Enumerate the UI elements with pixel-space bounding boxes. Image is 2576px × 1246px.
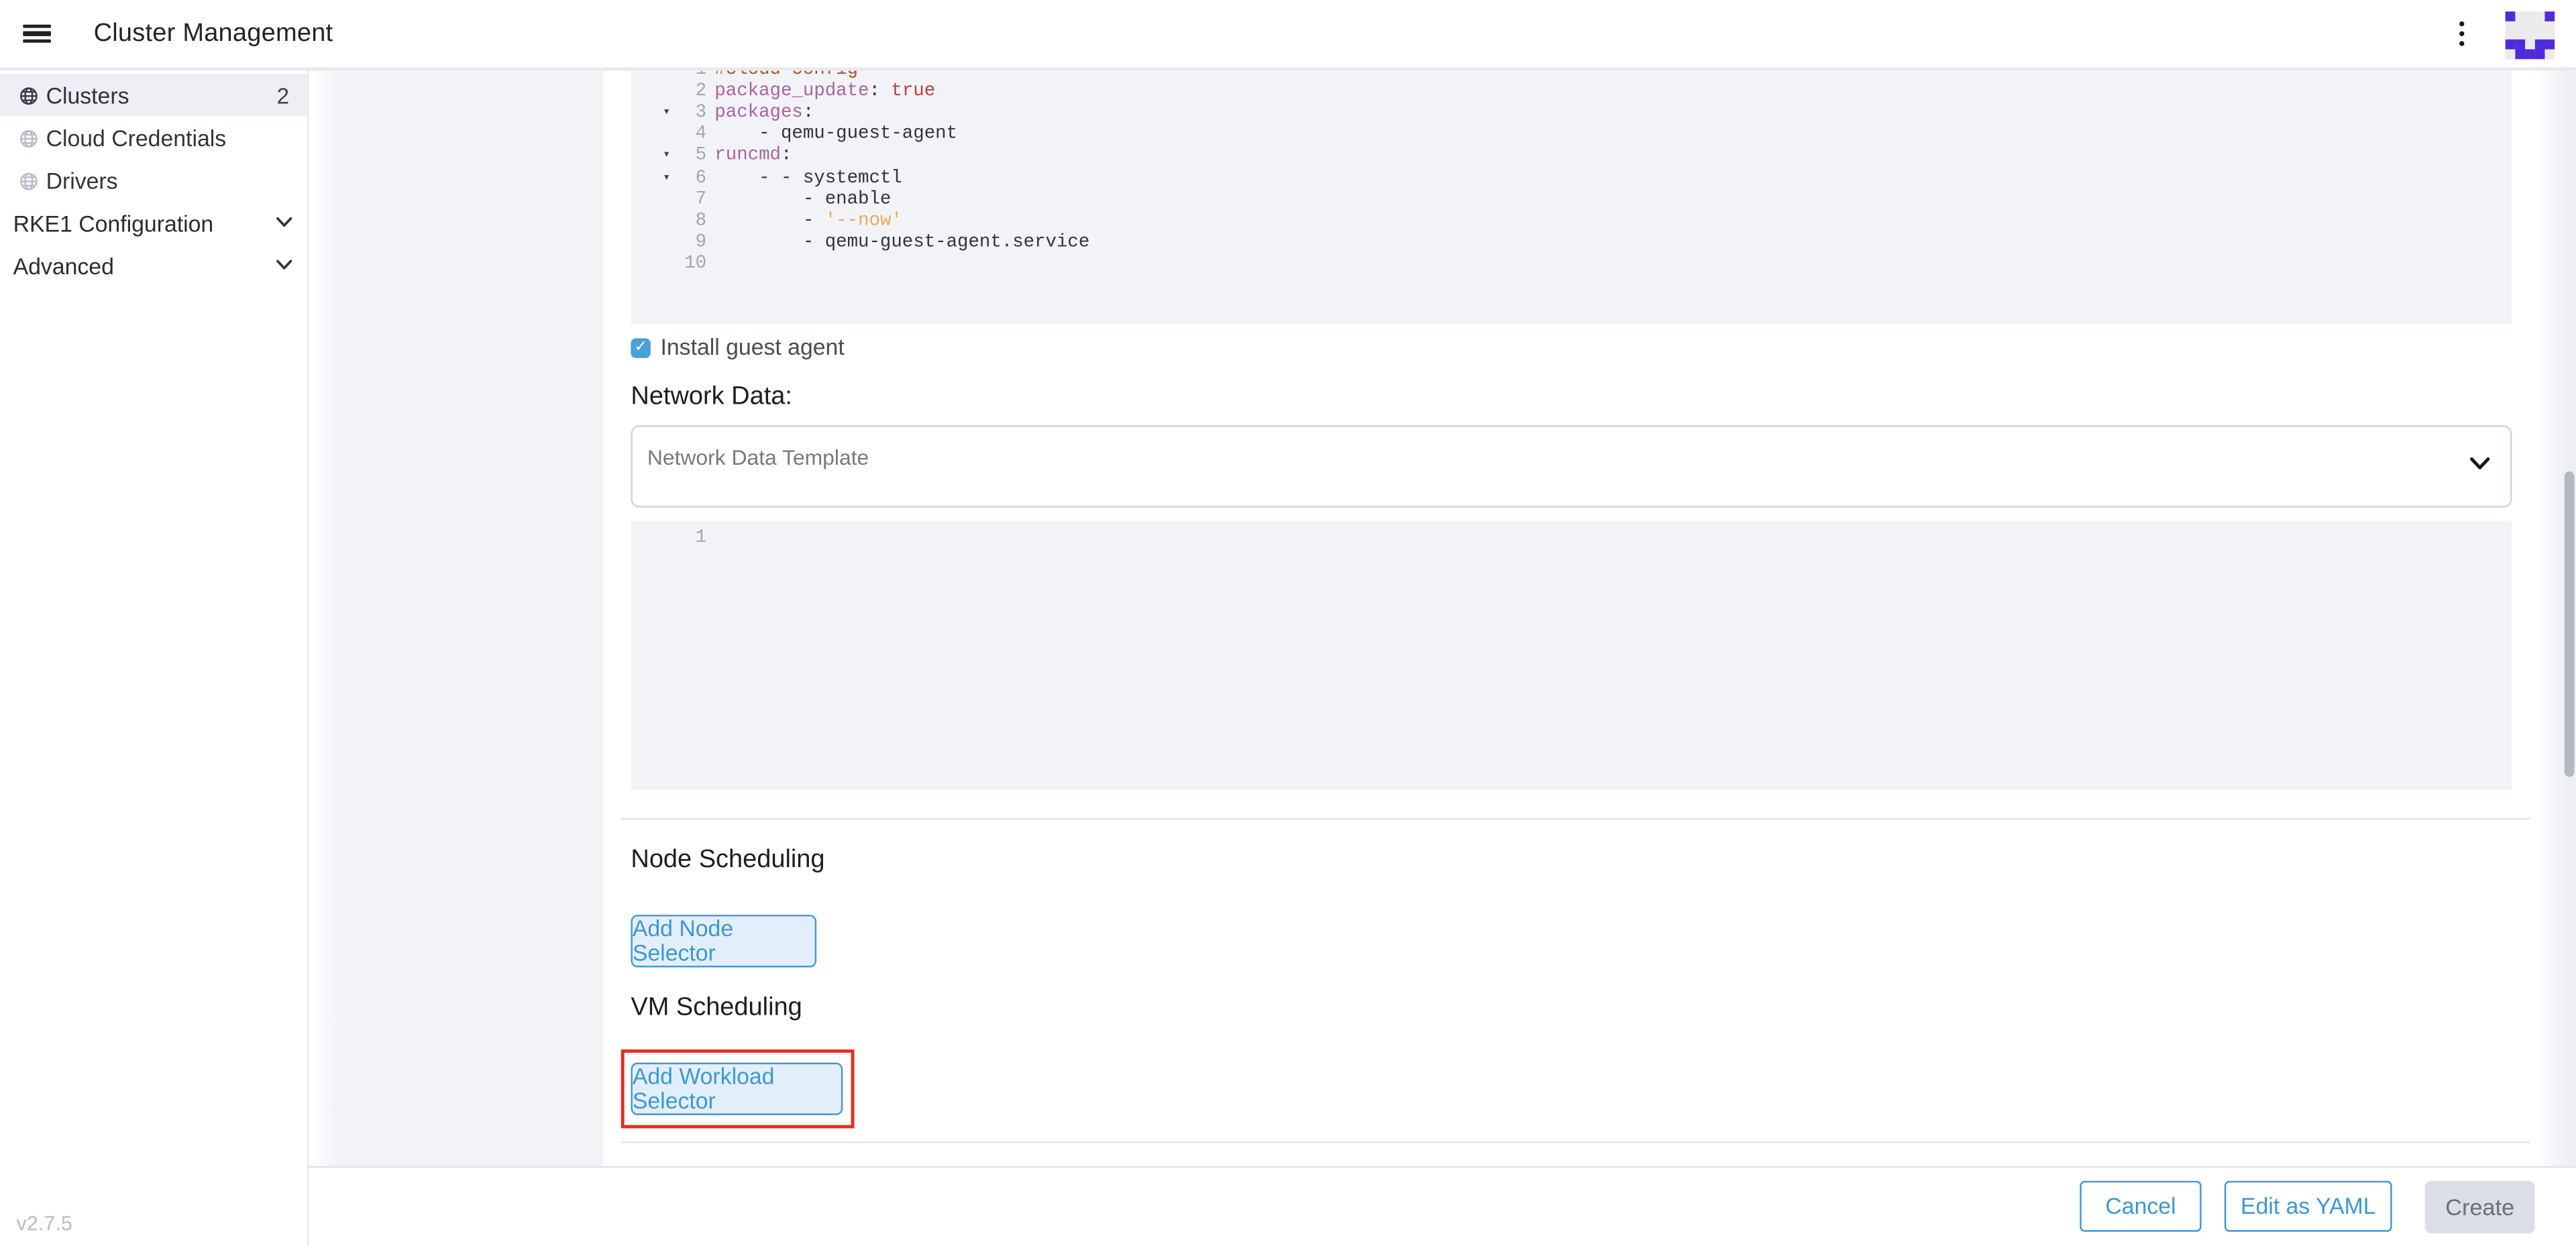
editor-line: 7 - enable [631, 190, 2512, 211]
sidebar-item-label: Advanced [13, 253, 114, 278]
page-title: Cluster Management [94, 19, 333, 48]
create-button[interactable]: Create [2425, 1181, 2535, 1233]
fold-gutter [631, 255, 675, 276]
fold-gutter [631, 70, 675, 82]
globe-icon [19, 87, 38, 105]
code-text: packages: [714, 104, 814, 125]
section-divider [621, 818, 2530, 820]
sidebar-item-cloud-credentials[interactable]: Cloud Credentials [0, 117, 307, 160]
vertical-scrollbar[interactable] [2536, 70, 2576, 1166]
editor-line: 8 - '--now' [631, 212, 2512, 233]
network-data-editor[interactable]: 1 [631, 520, 2512, 790]
fold-gutter [631, 233, 675, 255]
line-number: 9 [676, 233, 707, 255]
sidebar-item-drivers[interactable]: Drivers [0, 160, 307, 203]
globe-icon [19, 172, 38, 190]
cloud-config-editor[interactable]: 1#cloud-config2package_update: true▾3pac… [631, 70, 2512, 323]
version-label: v2.7.5 [16, 1212, 72, 1235]
install-guest-agent-checkbox[interactable]: ✓ [631, 337, 650, 357]
sidebar-item-clusters[interactable]: Clusters 2 [0, 74, 307, 117]
code-text: - qemu-guest-agent.service [714, 233, 1089, 255]
annotation-highlight-box: Add Workload Selector [621, 1050, 855, 1129]
line-number: 2 [676, 82, 707, 103]
code-text: runcmd: [714, 147, 792, 168]
kebab-menu-icon[interactable] [2453, 14, 2471, 54]
network-data-template-select[interactable]: Network Data Template [631, 425, 2512, 507]
editor-line: ▾5 runcmd: [631, 147, 2512, 168]
fold-marker-icon[interactable]: ▾ [631, 168, 675, 190]
section-divider [621, 1141, 2530, 1143]
rancher-logo [2506, 11, 2555, 59]
scrollbar-thumb[interactable] [2565, 471, 2573, 777]
code-text: - - systemctl [714, 168, 902, 190]
editor-line: 10 [631, 255, 2512, 276]
editor-line: 9 - qemu-guest-agent.service [631, 233, 2512, 255]
line-number: 1 [676, 70, 707, 82]
globe-icon [19, 129, 38, 147]
vm-scheduling-heading: VM Scheduling [631, 994, 802, 1023]
editor-line: 4 - qemu-guest-agent [631, 125, 2512, 147]
code-text: - '--now' [714, 212, 902, 233]
fold-gutter [631, 190, 675, 211]
add-node-selector-button[interactable]: Add Node Selector [631, 915, 816, 967]
editor-line: ▾3 packages: [631, 104, 2512, 125]
hamburger-menu-icon[interactable] [23, 25, 51, 43]
fold-gutter [631, 212, 675, 233]
node-scheduling-heading: Node Scheduling [631, 846, 824, 875]
sidebar-nav: Clusters 2 Cloud Credentials Drivers RKE1 … [0, 74, 307, 287]
fold-marker-icon[interactable]: ▾ [631, 147, 675, 168]
sidebar-item-label: RKE1 Configuration [13, 211, 214, 236]
chevron-down-icon [276, 217, 292, 228]
editor-line: 1 #cloud-config [631, 70, 2512, 82]
sidebar-item-rke1-configuration[interactable]: RKE1 Configuration [0, 202, 307, 245]
install-guest-agent-label: Install guest agent [660, 335, 844, 360]
item-count-badge: 2 [277, 83, 289, 108]
network-data-heading: Network Data: [631, 383, 792, 412]
line-number: 8 [676, 212, 707, 233]
code-text: #cloud-config [714, 70, 858, 82]
sidebar: Clusters 2 Cloud Credentials Drivers RKE1 … [0, 70, 309, 1246]
chevron-down-icon [2469, 457, 2491, 471]
sidebar-item-advanced[interactable]: Advanced [0, 245, 307, 288]
select-placeholder: Network Data Template [647, 445, 869, 470]
editor-line: 1 [631, 529, 2512, 551]
fold-gutter [631, 82, 675, 103]
chevron-down-icon [276, 260, 292, 271]
footer-action-bar: Cancel Edit as YAML Create [309, 1166, 2576, 1246]
fold-marker-icon[interactable]: ▾ [631, 104, 675, 125]
line-number: 4 [676, 125, 707, 147]
line-number: 6 [676, 168, 707, 190]
sidebar-item-label: Clusters [46, 83, 129, 108]
editor-line: ▾6 - - systemctl [631, 168, 2512, 190]
edit-as-yaml-button[interactable]: Edit as YAML [2224, 1182, 2392, 1233]
line-number: 5 [676, 147, 707, 168]
code-text: - qemu-guest-agent [714, 125, 957, 147]
main-content: 1#cloud-config2package_update: true▾3pac… [309, 70, 2576, 1166]
line-number: 1 [676, 529, 707, 551]
editor-line: 2 package_update: true [631, 82, 2512, 103]
fold-gutter [631, 125, 675, 147]
cancel-button[interactable]: Cancel [2080, 1182, 2201, 1233]
app-window: Cluster Management Clusters 2 Cloud Crede… [0, 0, 2576, 1246]
line-number: 7 [676, 190, 707, 211]
add-workload-selector-button[interactable]: Add Workload Selector [631, 1062, 843, 1115]
sidebar-item-label: Drivers [46, 168, 118, 193]
line-number: 3 [676, 104, 707, 125]
sidebar-item-label: Cloud Credentials [46, 125, 227, 150]
code-text: package_update: true [714, 82, 935, 103]
app-header: Cluster Management [0, 0, 2576, 70]
install-guest-agent-row: ✓ Install guest agent [631, 335, 844, 360]
code-text: - enable [714, 190, 891, 211]
side-panel-background [315, 70, 603, 1166]
line-number: 10 [676, 255, 707, 276]
